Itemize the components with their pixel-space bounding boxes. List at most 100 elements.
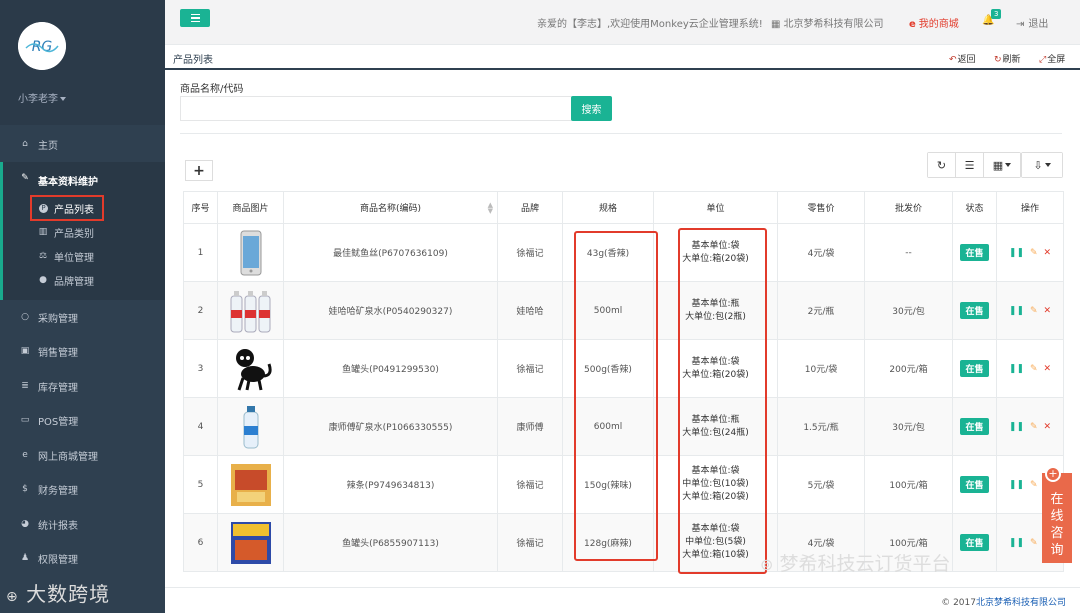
back-label: 返回 — [957, 55, 976, 65]
sort-icon[interactable]: ▲ ▼ — [488, 202, 493, 215]
sub-unit-management[interactable]: ⚖ 单位管理 — [38, 246, 94, 266]
product-image — [229, 230, 273, 276]
product-icon: P — [39, 203, 48, 213]
online-consult-label: 在线咨询 — [1050, 492, 1064, 558]
cell-retail: 10元/袋 — [777, 339, 865, 398]
nav-finance[interactable]: $ 财务管理 — [0, 478, 165, 500]
th-spec[interactable]: 规格 — [562, 191, 654, 224]
nav-online-mall-label: 网上商城管理 — [38, 451, 98, 463]
welcome-text: 亲爱的【李志】,欢迎使用Monkey云企业管理系统! — [537, 19, 763, 30]
watermark-label: 大数跨境 — [26, 582, 111, 606]
pause-icon[interactable]: ❚❚ — [1009, 364, 1024, 374]
refresh-button[interactable]: ↻刷新 — [994, 52, 1021, 65]
sub-product-category-label: 产品类别 — [54, 228, 94, 240]
toggle-view-icon[interactable]: ☰ — [956, 153, 984, 177]
nav-reports[interactable]: ◕ 统计报表 — [0, 513, 165, 535]
cell-status: 在售 — [952, 455, 997, 514]
sub-brand-management[interactable]: ● 品牌管理 — [38, 270, 94, 290]
status-badge[interactable]: 在售 — [960, 476, 989, 493]
nav-permissions-label: 权限管理 — [38, 554, 78, 566]
back-button[interactable]: ↶返回 — [949, 52, 976, 65]
nav-purchase[interactable]: ○ 采购管理 — [0, 306, 165, 328]
user-icon: ♟ — [20, 553, 30, 563]
wechat-icon: ⊚ — [760, 555, 774, 574]
logout-link[interactable]: ⇥ 退出 — [1016, 15, 1048, 30]
th-name[interactable]: 商品名称(编码) ▲ ▼ — [283, 191, 498, 224]
th-image[interactable]: 商品图片 — [217, 191, 284, 224]
cell-wholesale: -- — [864, 223, 953, 282]
pause-icon[interactable]: ❚❚ — [1009, 306, 1024, 316]
th-no[interactable]: 序号 — [183, 191, 218, 224]
nav-home[interactable]: ⌂ 主页 — [0, 133, 165, 155]
status-badge[interactable]: 在售 — [960, 244, 989, 261]
delete-icon[interactable]: ✕ — [1044, 248, 1052, 258]
sub-product-list-label: 产品列表 — [54, 204, 94, 216]
balance-icon: ⚖ — [38, 251, 48, 261]
notification-badge: 3 — [991, 9, 1002, 19]
pause-icon[interactable]: ❚❚ — [1009, 248, 1024, 258]
annotation-box-unit — [678, 228, 767, 574]
cell-wholesale: 100元/箱 — [864, 455, 953, 514]
nav-permissions[interactable]: ♟ 权限管理 — [0, 547, 165, 569]
product-image — [229, 462, 273, 508]
profile-area: RG 小李老李 — [0, 0, 165, 125]
edit-icon[interactable]: ✎ — [1030, 422, 1038, 432]
delete-icon[interactable]: ✕ — [1044, 422, 1052, 432]
nav-sales[interactable]: ▣ 销售管理 — [0, 340, 165, 362]
online-consult-button[interactable]: 在线咨询 — [1042, 473, 1072, 563]
edit-icon[interactable]: ✎ — [1030, 480, 1038, 490]
pause-icon[interactable]: ❚❚ — [1009, 422, 1024, 432]
chevron-down-icon — [60, 97, 66, 101]
status-badge[interactable]: 在售 — [960, 360, 989, 377]
edit-icon[interactable]: ✎ — [1030, 364, 1038, 374]
my-mall-link[interactable]: e 我的商城 — [909, 15, 959, 30]
th-actions[interactable]: 操作 — [996, 191, 1064, 224]
status-badge[interactable]: 在售 — [960, 418, 989, 435]
company-link[interactable]: ▦ 北京梦希科技有限公司 — [771, 15, 883, 30]
sub-product-category[interactable]: ▥ 产品类别 — [38, 222, 94, 242]
cell-retail: 1.5元/瓶 — [777, 397, 865, 456]
th-unit[interactable]: 单位 — [653, 191, 778, 224]
footer-company[interactable]: 北京梦希科技有限公司 — [976, 598, 1066, 608]
building-icon: ▦ — [771, 19, 781, 30]
cell-brand: 徐福记 — [497, 339, 563, 398]
edit-icon[interactable]: ✎ — [1030, 248, 1038, 258]
cell-no: 1 — [183, 223, 218, 282]
nav-sales-label: 销售管理 — [38, 347, 78, 359]
cell-actions: ❚❚ ✎ ✕ — [996, 281, 1064, 340]
cell-brand: 徐福记 — [497, 223, 563, 282]
edit-icon[interactable]: ✎ — [1030, 306, 1038, 316]
pause-icon[interactable]: ❚❚ — [1009, 538, 1024, 548]
export-icon[interactable]: ⇩ — [1022, 153, 1062, 177]
pencil-icon: ✎ — [21, 173, 29, 183]
cell-name: 辣条(P9749634813) — [283, 455, 498, 514]
nav-pos[interactable]: ▭ POS管理 — [0, 409, 165, 431]
sub-product-list[interactable]: P 产品列表 — [30, 195, 104, 221]
refresh-table-icon[interactable]: ↻ — [928, 153, 956, 177]
th-brand[interactable]: 品牌 — [497, 191, 563, 224]
cell-image — [217, 455, 284, 514]
th-retail[interactable]: 零售价 — [777, 191, 865, 224]
edit-icon[interactable]: ✎ — [1030, 538, 1038, 548]
delete-icon[interactable]: ✕ — [1044, 306, 1052, 316]
status-badge[interactable]: 在售 — [960, 534, 989, 551]
plus-icon[interactable]: + — [1045, 466, 1061, 482]
search-button[interactable]: 搜索 — [571, 96, 612, 121]
expand-icon: ⤢ — [1039, 55, 1047, 65]
cell-status: 在售 — [952, 281, 997, 340]
search-input[interactable] — [180, 96, 572, 121]
th-wholesale[interactable]: 批发价 — [864, 191, 953, 224]
delete-icon[interactable]: ✕ — [1044, 364, 1052, 374]
columns-icon[interactable]: ▦ — [984, 153, 1020, 177]
footer: © 2017北京梦希科技有限公司 — [165, 587, 1080, 613]
nav-online-mall[interactable]: e 网上商城管理 — [0, 444, 165, 466]
nav-inventory[interactable]: ≣ 库存管理 — [0, 375, 165, 397]
map-icon: ▥ — [38, 227, 48, 237]
user-menu[interactable]: 小李老李 — [18, 90, 66, 105]
add-product-button[interactable]: + — [185, 160, 213, 181]
status-badge[interactable]: 在售 — [960, 302, 989, 319]
fullscreen-button[interactable]: ⤢全屏 — [1039, 52, 1065, 65]
menu-toggle-button[interactable] — [180, 9, 210, 27]
th-status[interactable]: 状态 — [952, 191, 997, 224]
pause-icon[interactable]: ❚❚ — [1009, 480, 1024, 490]
